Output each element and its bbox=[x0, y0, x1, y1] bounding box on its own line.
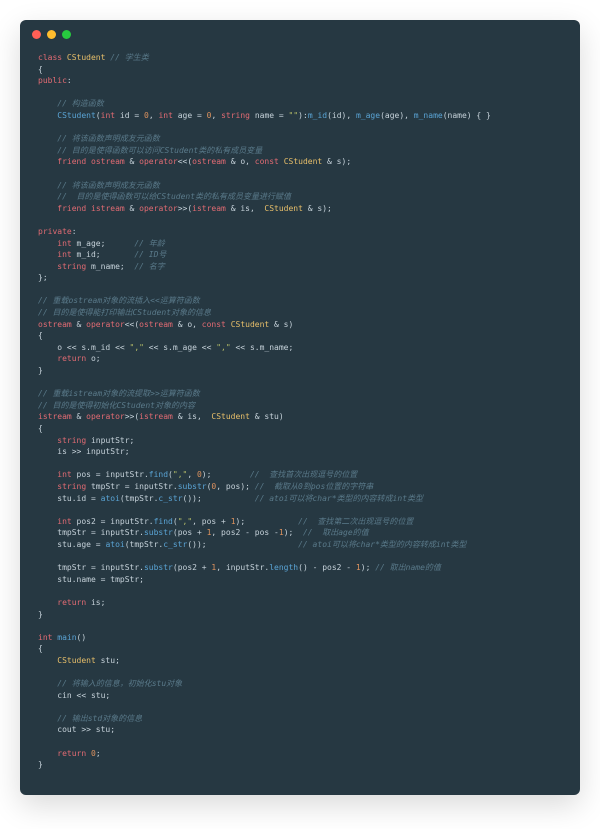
titlebar bbox=[20, 20, 580, 48]
code-area[interactable]: class CStudent // 学生类 { public: // 构造函数 … bbox=[20, 48, 580, 781]
maximize-icon[interactable] bbox=[62, 30, 71, 39]
editor-window: class CStudent // 学生类 { public: // 构造函数 … bbox=[20, 20, 580, 795]
close-icon[interactable] bbox=[32, 30, 41, 39]
minimize-icon[interactable] bbox=[47, 30, 56, 39]
